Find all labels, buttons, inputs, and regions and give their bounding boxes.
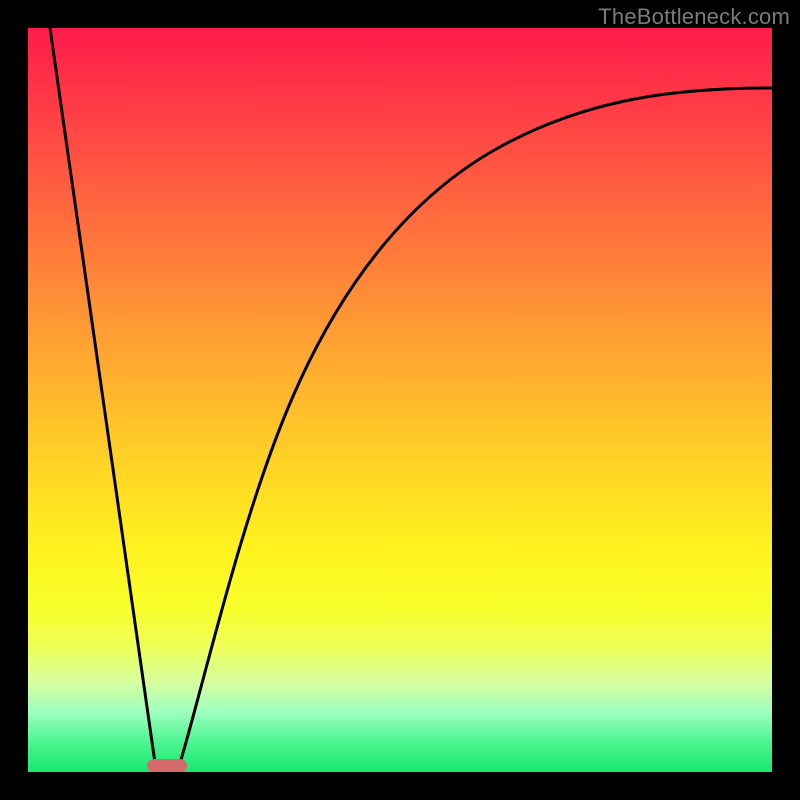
right-branch-line [178, 88, 772, 770]
plot-area [28, 28, 772, 772]
min-point-marker [147, 759, 187, 772]
curve-layer [28, 28, 772, 772]
left-branch-line [50, 28, 156, 770]
watermark-text: TheBottleneck.com [598, 4, 790, 30]
chart-frame: TheBottleneck.com [0, 0, 800, 800]
